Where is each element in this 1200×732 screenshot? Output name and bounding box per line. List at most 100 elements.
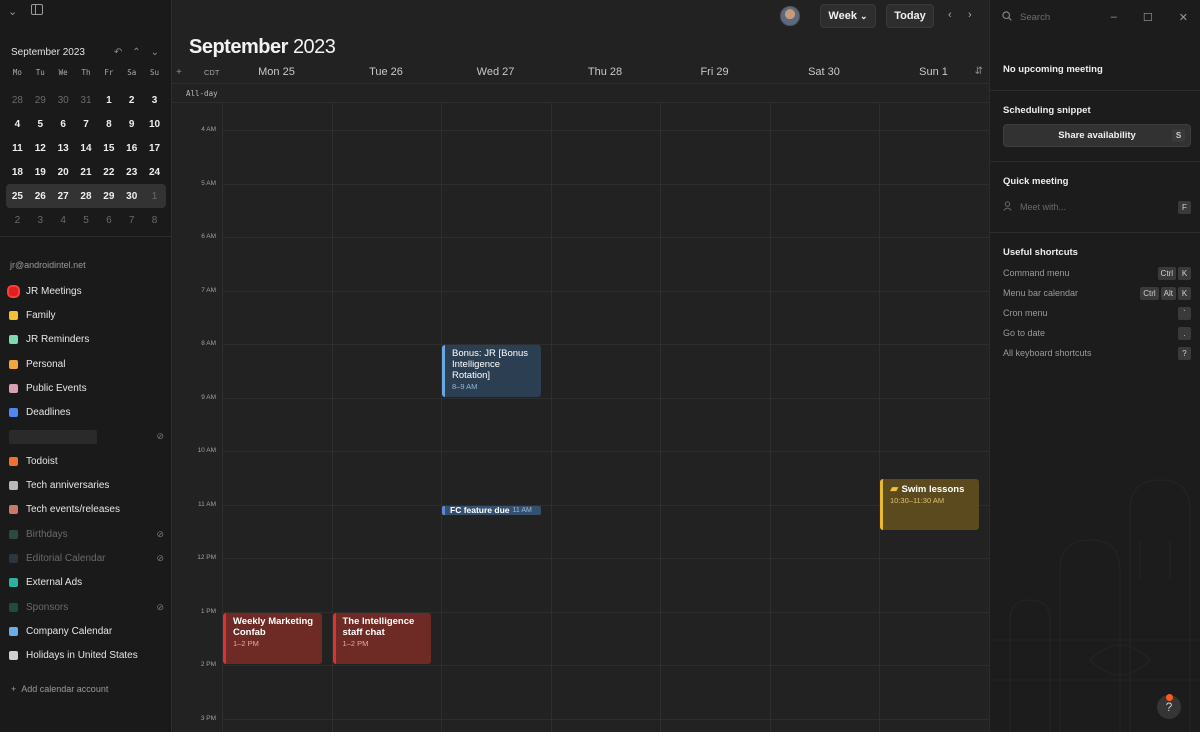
calendar-item[interactable]: Holidays in United States [9,643,164,667]
mini-calendar-day[interactable]: 15 [97,143,120,154]
sidebar-toggle-icon[interactable] [31,4,44,18]
mini-calendar-day[interactable]: 3 [143,95,166,106]
mini-calendar-day[interactable]: 25 [6,191,29,202]
today-button[interactable]: Today [886,4,934,28]
shortcut-row[interactable]: All keyboard shortcuts? [1003,346,1191,360]
mini-calendar-day[interactable]: 11 [6,143,29,154]
mini-calendar-day[interactable]: 7 [120,215,143,226]
eye-off-icon[interactable]: ⊘ [156,529,164,540]
calendar-item[interactable]: Deadlines [9,400,164,424]
day-header[interactable]: Fri 29 [660,66,769,78]
mini-calendar-day[interactable]: 24 [143,167,166,178]
mini-calendar-day[interactable]: 2 [6,215,29,226]
day-header[interactable]: Thu 28 [551,66,660,78]
calendar-item[interactable]: Sponsors ⊘ [9,595,164,619]
mini-calendar-day[interactable]: 28 [75,191,98,202]
day-header[interactable]: Sat 30 [770,66,879,78]
calendar-item[interactable]: Editorial Calendar ⊘ [9,546,164,570]
add-timezone-icon[interactable]: + [176,67,182,78]
mini-calendar-day[interactable]: 30 [120,191,143,202]
mini-calendar-day[interactable]: 1 [143,191,166,202]
mini-calendar-day[interactable]: 6 [52,119,75,130]
undo-icon[interactable]: ↶ [114,47,122,58]
mini-calendar-day[interactable]: 23 [120,167,143,178]
mini-calendar-day[interactable]: 27 [52,191,75,202]
chevron-down-icon[interactable]: ⌄ [8,5,17,18]
next-week-icon[interactable]: › [968,9,972,21]
all-day-row[interactable]: All-day [172,83,989,103]
mini-calendar-day[interactable]: 22 [97,167,120,178]
calendar-item[interactable]: Tech anniversaries [9,473,164,497]
mini-calendar-day[interactable]: 29 [29,95,52,106]
eye-off-icon[interactable]: ⊘ [156,431,164,442]
add-calendar-account-link[interactable]: + Add calendar account [11,684,108,694]
mini-calendar-day[interactable]: 7 [75,119,98,130]
prev-week-icon[interactable]: ‹ [948,9,952,21]
calendar-event[interactable]: Weekly Marketing Confab 1–2 PM [223,612,322,664]
day-header[interactable]: Sun 1 [879,66,988,78]
mini-calendar-day[interactable]: 9 [120,119,143,130]
mini-calendar-day[interactable]: 29 [97,191,120,202]
calendar-item[interactable]: Todoist [9,449,164,473]
mini-calendar-day[interactable]: 5 [75,215,98,226]
mini-calendar-day[interactable]: 26 [29,191,52,202]
eye-off-icon[interactable]: ⊘ [156,553,164,564]
mini-calendar-day[interactable]: 4 [52,215,75,226]
calendar-item[interactable]: Family [9,303,164,327]
shortcut-row[interactable]: Command menu Ctrl K [1003,266,1191,280]
mini-calendar-day[interactable]: 20 [52,167,75,178]
calendar-event[interactable]: Bonus: JR [Bonus Intelligence Rotation] 8… [442,345,541,397]
mini-calendar-day[interactable]: 18 [6,167,29,178]
mini-calendar-day[interactable]: 3 [29,215,52,226]
mini-calendar-day[interactable]: 28 [6,95,29,106]
calendar-item-redacted[interactable]: ⊘ [9,425,164,449]
calendar-event[interactable]: ▰ Swim lessons 10:30–11:30 AM [880,478,979,531]
minimize-icon[interactable]: – [1111,11,1117,24]
calendar-item[interactable]: Company Calendar [9,619,164,643]
close-icon[interactable]: ✕ [1179,11,1188,24]
calendar-item[interactable]: JR Meetings [9,279,164,303]
mini-calendar-day[interactable]: 19 [29,167,52,178]
mini-calendar-day[interactable]: 10 [143,119,166,130]
calendar-item[interactable]: JR Reminders [9,328,164,352]
calendar-event[interactable]: FC feature due 11 AM [442,505,541,515]
meet-with-input[interactable]: Meet with... F [1003,199,1191,215]
calendar-item[interactable]: Birthdays ⊘ [9,522,164,546]
chevron-down-icon[interactable]: ⌄ [151,47,159,58]
calendar-item[interactable]: External Ads [9,571,164,595]
expand-icon[interactable]: ⇵ [975,66,983,77]
mini-calendar-day[interactable]: 16 [120,143,143,154]
eye-off-icon[interactable]: ⊘ [156,602,164,613]
day-header[interactable]: Mon 25 [222,66,331,78]
shortcut-row[interactable]: Cron menu ` [1003,306,1191,320]
time-grid[interactable]: 4 AM 5 AM 6 AM 7 AM 8 AM 9 AM 10 AM 11 AM 12 PM 1… [172,103,990,732]
mini-calendar-day[interactable]: 8 [143,215,166,226]
day-header[interactable]: Tue 26 [332,66,441,78]
calendar-item[interactable]: Personal [9,352,164,376]
mini-calendar-day[interactable]: 13 [52,143,75,154]
search-icon[interactable] [1002,10,1012,24]
mini-calendar-day[interactable]: 1 [97,95,120,106]
mini-calendar-day[interactable]: 31 [75,95,98,106]
mini-calendar-day[interactable]: 12 [29,143,52,154]
mini-calendar-day[interactable]: 6 [97,215,120,226]
maximize-icon[interactable]: ☐ [1143,11,1153,24]
share-availability-button[interactable]: Share availability S [1003,124,1191,147]
mini-calendar-day[interactable]: 21 [75,167,98,178]
mini-calendar-day[interactable]: 5 [29,119,52,130]
view-select-button[interactable]: Week ⌄ [820,4,876,28]
calendar-item[interactable]: Public Events [9,376,164,400]
shortcut-row[interactable]: Menu bar calendar Ctrl Alt K [1003,286,1191,300]
mini-calendar-day[interactable]: 8 [97,119,120,130]
chevron-up-icon[interactable]: ⌃ [132,47,140,58]
mini-calendar-day[interactable]: 30 [52,95,75,106]
search-input[interactable]: Search [1020,12,1103,23]
avatar[interactable] [780,6,800,26]
day-header[interactable]: Wed 27 [441,66,550,78]
mini-calendar-day[interactable]: 17 [143,143,166,154]
calendar-event[interactable]: The Intelligence staff chat 1–2 PM [332,612,431,664]
calendar-item[interactable]: Tech events/releases [9,498,164,522]
shortcut-row[interactable]: Go to date. [1003,326,1191,340]
mini-calendar-day[interactable]: 14 [75,143,98,154]
mini-calendar-day[interactable]: 2 [120,95,143,106]
